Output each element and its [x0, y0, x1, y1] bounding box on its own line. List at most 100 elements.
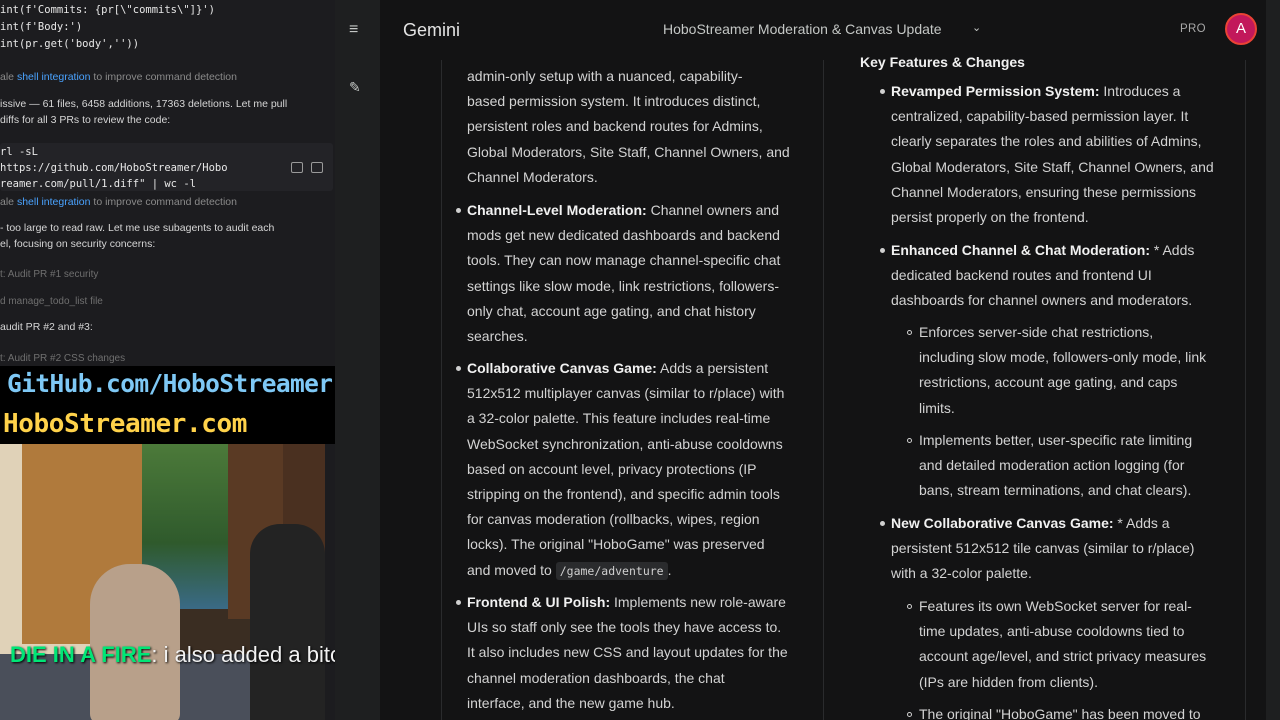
text-line: Implements better, user-specific rate li… — [919, 432, 1193, 448]
code-line: int(pr.get('body','')) — [0, 38, 140, 50]
bullet — [456, 366, 461, 371]
bullet — [456, 600, 461, 605]
code-line: int(f'Commits: {pr[\"commits\"]}') — [0, 4, 215, 16]
gemini-brand[interactable]: Gemini — [403, 20, 460, 41]
inline-code: /game/adventure — [555, 561, 668, 580]
text-line: Adds a persistent — [656, 360, 769, 376]
list-item: Channel-Level Moderation: Channel owners… — [467, 198, 817, 349]
note-prefix: ale — [0, 196, 15, 208]
shell-integration-link[interactable]: shell integration — [17, 196, 91, 208]
chat-username: DIE IN A FIRE — [10, 642, 152, 667]
subagent-entry[interactable]: t: Audit PR #2 CSS changes — [0, 353, 125, 364]
response-line: audit PR #2 and #3: — [0, 321, 93, 333]
text-line: Channel Moderators, ensuring these permi… — [891, 183, 1197, 200]
text-line: persistent 512x512 tile canvas (similar … — [891, 540, 1195, 557]
command-line: https://github.com/HoboStreamer/Hobo — [0, 162, 228, 174]
text-line: a 32-color palette. This feature include… — [467, 410, 771, 427]
text-line: Enforces server-side chat restrictions, — [919, 324, 1154, 340]
text-line: dedicated backend routes and frontend UI — [891, 267, 1152, 284]
text-line: time updates, anti-abuse cooldowns tied … — [919, 623, 1185, 640]
text-line: restrictions, account age gating, and ca… — [919, 374, 1178, 391]
note-prefix: ale — [0, 71, 15, 83]
github-banner: GitHub.com/HoboStreamer — [0, 366, 335, 408]
site-banner: HoboStreamer.com — [0, 408, 335, 444]
list-item: Revamped Permission System: Introduces a… — [891, 79, 1241, 230]
text-line: including slow mode, followers-only mode… — [919, 349, 1207, 366]
text-line: with a 32-color palette. — [891, 565, 1032, 582]
bullet — [456, 208, 461, 213]
text-line: account age/level, and strict privacy me… — [919, 648, 1207, 665]
text-line: * Adds — [1150, 242, 1195, 258]
text-line: limits. — [919, 399, 955, 416]
text-line: and moved to — [467, 561, 556, 578]
text-line: Features its own WebSocket server for re… — [919, 598, 1192, 614]
text-line: settings like slow mode, link restrictio… — [467, 277, 779, 294]
item-title: New Collaborative Canvas Game: — [891, 515, 1114, 531]
bullet — [880, 89, 885, 94]
list-item: Frontend & UI Polish: Implements new rol… — [467, 590, 817, 716]
sub-bullet — [907, 712, 912, 717]
text-line: bans, stream terminations, and chat clea… — [919, 482, 1192, 499]
webcam-person — [250, 524, 325, 720]
code-line: int(f'Body:') — [0, 21, 83, 33]
shell-integration-link[interactable]: shell integration — [17, 71, 91, 83]
text-line: and detailed moderation action logging (… — [919, 457, 1185, 474]
item-title: Collaborative Canvas Game: — [467, 360, 657, 376]
list-item: Enhanced Channel & Chat Moderation: * Ad… — [891, 238, 1241, 314]
subagent-entry[interactable]: t: Audit PR #1 security — [0, 269, 98, 280]
text-line: . — [667, 561, 672, 578]
text-line: based on account level, privacy protecti… — [467, 460, 757, 477]
github-banner-text: GitHub.com/HoboStreamer — [7, 369, 333, 398]
text-line: persistent roles and backend routes for … — [467, 118, 763, 135]
text-line: The original "HoboGame" has been moved t… — [919, 706, 1201, 720]
webcam-feed — [0, 444, 325, 720]
list-item: Collaborative Canvas Game: Adds a persis… — [467, 356, 817, 584]
command-line: rl -sL — [0, 146, 38, 158]
text-line: mods get new dedicated dashboards and ba… — [467, 227, 780, 244]
site-banner-text: HoboStreamer.com — [3, 409, 248, 439]
text-line: based permission system. It introduces d… — [467, 93, 761, 110]
text-line: channel moderation dashboards, the chat — [467, 669, 725, 686]
shell-integration-note: ale shell integration to improve command… — [0, 196, 237, 208]
summary-line: diffs for all 3 PRs to review the code: — [0, 114, 171, 126]
text-line: Channel Moderators. — [467, 168, 598, 185]
text-line: Implements new role-aware — [610, 594, 786, 610]
text-line: locks). The original "HoboGame" was pres… — [467, 536, 765, 553]
text-line: Global Moderators, Site Staff, Channel O… — [891, 158, 1214, 175]
text-line: admin-only setup with a nuanced, capabil… — [467, 68, 743, 84]
avatar[interactable]: A — [1225, 13, 1257, 45]
text-line: (IPs are hidden from clients). — [919, 673, 1098, 690]
text-line: only chat, account age gating, and chat … — [467, 302, 756, 319]
sub-list-item: Enforces server-side chat restrictions, … — [919, 320, 1239, 421]
right-edge-panel — [1266, 0, 1280, 720]
text-line: interface, and the new game hub. — [467, 694, 675, 711]
text-line: 512x512 multiplayer canvas (similar to r… — [467, 385, 785, 402]
text-line: dashboards for channel owners and modera… — [891, 292, 1193, 309]
new-chat-icon[interactable]: ✎ — [349, 79, 361, 95]
text-line: * Adds a — [1113, 515, 1170, 531]
intro-paragraph: admin-only setup with a nuanced, capabil… — [467, 64, 817, 190]
run-icon[interactable] — [291, 162, 303, 173]
sub-list-item: The original "HoboGame" has been moved t… — [919, 702, 1239, 720]
text-line: Global Moderators, Site Staff, Channel O… — [467, 143, 790, 160]
text-line: Channel owners and — [646, 202, 779, 218]
item-title: Enhanced Channel & Chat Moderation: — [891, 242, 1151, 258]
copy-icon[interactable] — [311, 162, 323, 173]
response-line: - too large to read raw. Let me use suba… — [0, 222, 275, 234]
item-title: Channel-Level Moderation: — [467, 202, 647, 218]
command-line: reamer.com/pull/1.diff" | wc -l — [0, 178, 196, 190]
sub-bullet — [907, 604, 912, 609]
section-heading: Key Features & Changes — [860, 54, 1025, 70]
gemini-main: Gemini HoboStreamer Moderation & Canvas … — [380, 0, 1266, 720]
chat-title[interactable]: HoboStreamer Moderation & Canvas Update — [663, 21, 942, 37]
menu-icon[interactable]: ≡ — [349, 22, 358, 38]
text-line: tools. They can now manage channel-speci… — [467, 252, 781, 269]
pro-badge: PRO — [1180, 23, 1206, 35]
item-title: Revamped Permission System: — [891, 83, 1100, 99]
tool-entry[interactable]: d manage_todo_list file — [0, 296, 103, 307]
text-line: searches. — [467, 328, 528, 345]
text-line: persist properly on the frontend. — [891, 209, 1089, 226]
text-line: clearly separates the roles and abilitie… — [891, 133, 1202, 150]
summary-line: issive — 61 files, 6458 additions, 17363… — [0, 98, 288, 110]
chevron-down-icon[interactable]: ⌄ — [972, 21, 981, 34]
